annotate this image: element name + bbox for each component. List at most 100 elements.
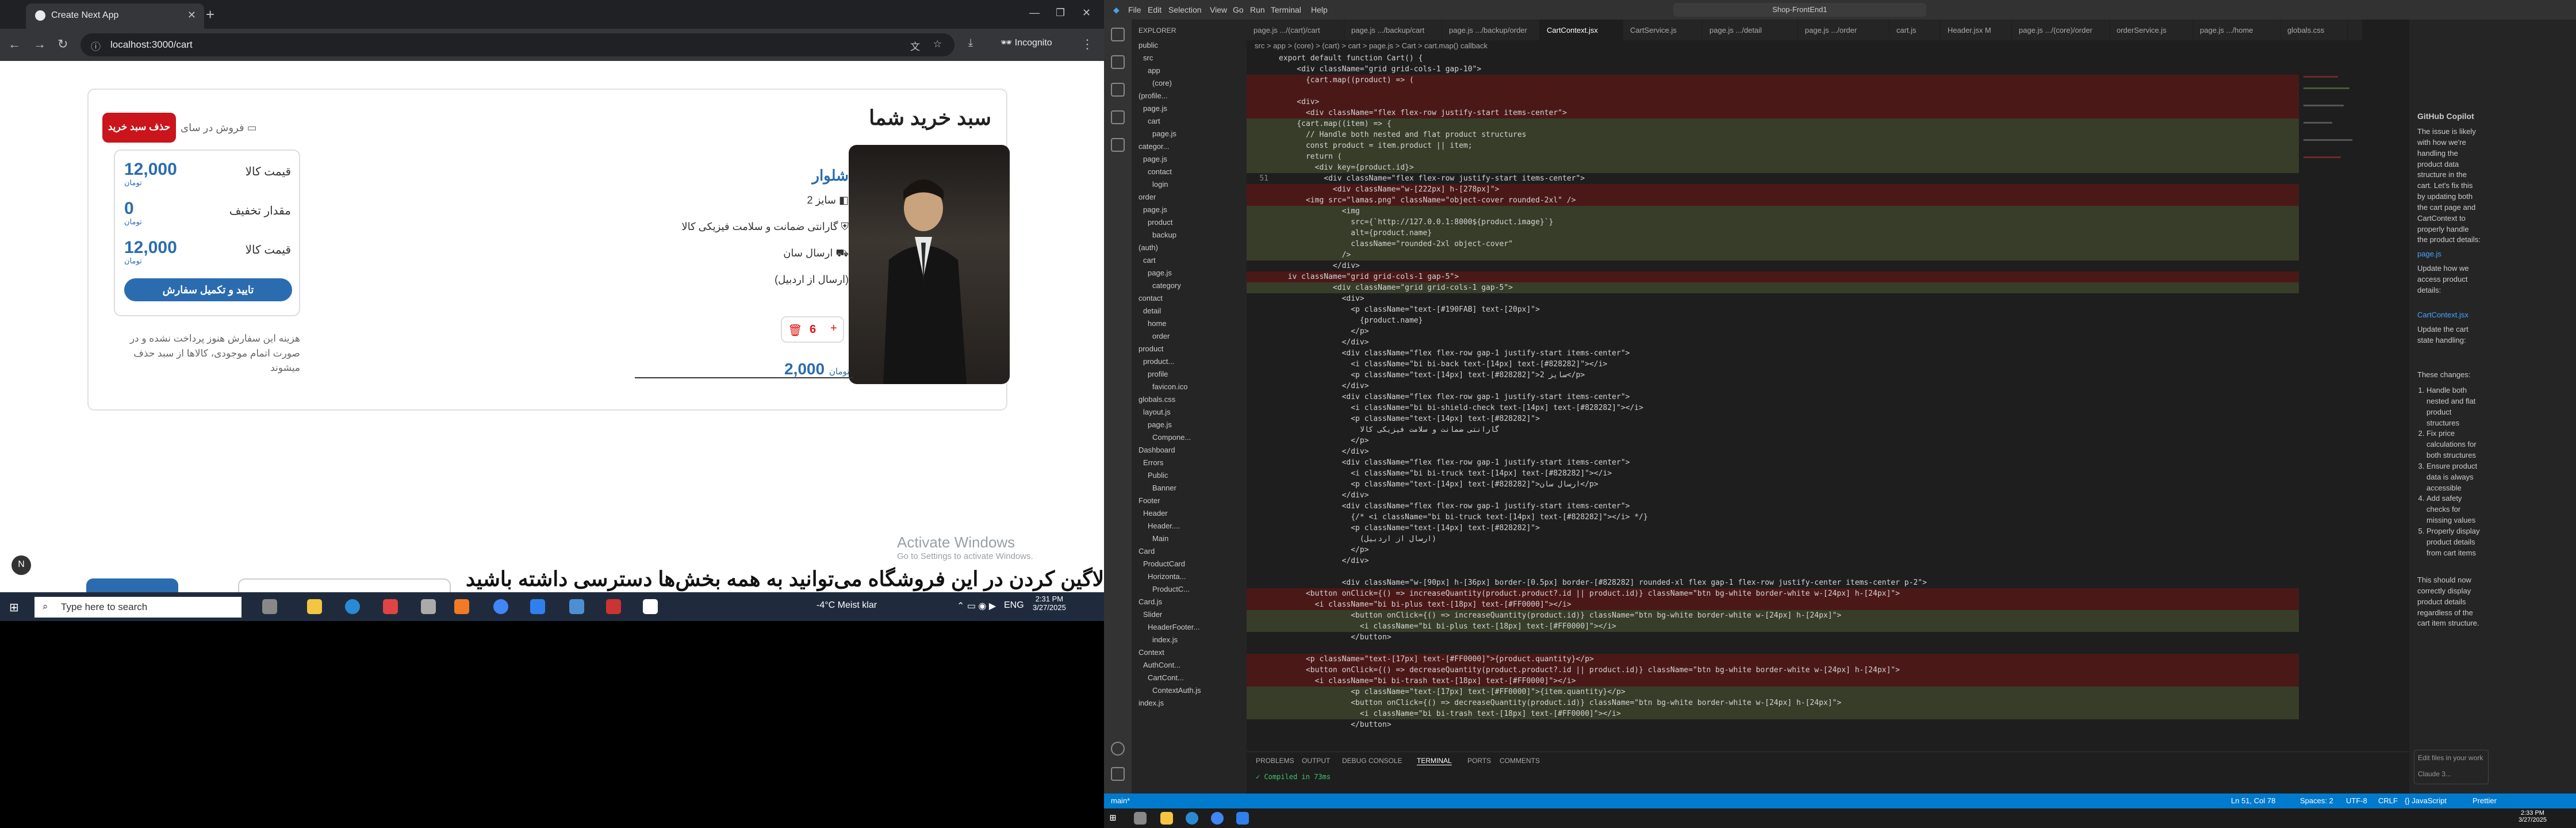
- file-tree-item[interactable]: Context: [1132, 646, 1247, 659]
- menu-selection[interactable]: Selection: [1168, 5, 1202, 14]
- menu-icon[interactable]: ⋮: [1081, 37, 1094, 52]
- file-tree-item[interactable]: ProductC...: [1132, 583, 1247, 596]
- register-button[interactable]: [238, 578, 451, 592]
- close-window-icon[interactable]: ✕: [1082, 7, 1091, 19]
- editor-tab[interactable]: page.js .../detail: [1703, 20, 1798, 40]
- file-tree-item[interactable]: page.js: [1132, 204, 1247, 216]
- minimap[interactable]: [2299, 53, 2362, 752]
- prettier-status[interactable]: Prettier: [2472, 796, 2497, 805]
- code-line[interactable]: <div className="grid grid-cols-1 gap-5">: [1247, 282, 2299, 293]
- file-explorer-icon[interactable]: [1160, 812, 1173, 825]
- code-line[interactable]: <p className="text-[14px] text-[#828282]…: [1247, 523, 2299, 534]
- app-icon[interactable]: [569, 599, 584, 614]
- breadcrumb[interactable]: src > app > (core) > (cart) > cart > pag…: [1255, 41, 1488, 50]
- file-tree-item[interactable]: product: [1132, 216, 1247, 229]
- vscode-icon[interactable]: [1236, 812, 1249, 825]
- editor-tab[interactable]: page.js .../(core)/order: [2012, 20, 2110, 40]
- code-line[interactable]: <i className="bi bi-back text-[14px] tex…: [1247, 359, 2299, 370]
- code-line[interactable]: alt={product.name}: [1247, 228, 2299, 239]
- panel-tab-debug-console[interactable]: DEBUG CONSOLE: [1342, 757, 1402, 765]
- editor-tab[interactable]: Header.jsx M: [1941, 20, 2012, 40]
- code-line[interactable]: // Handle both nested and flat product s…: [1247, 129, 2299, 140]
- code-line[interactable]: <div className="w-[222px] h-[278px]">: [1247, 184, 2299, 195]
- forward-icon[interactable]: →: [33, 37, 46, 52]
- chat-file-link[interactable]: CartContext.jsx: [2417, 310, 2468, 319]
- code-line[interactable]: <p className="text-[14px] text-[#828282]…: [1247, 479, 2299, 490]
- file-tree-item[interactable]: app: [1132, 64, 1247, 77]
- code-line[interactable]: <div className="flex flex-row gap-1 just…: [1247, 392, 2299, 402]
- file-tree-item[interactable]: layout.js: [1132, 406, 1247, 419]
- file-tree-item[interactable]: home: [1132, 317, 1247, 330]
- language-indicator[interactable]: ENG: [1004, 600, 1024, 611]
- file-tree-item[interactable]: Errors: [1132, 457, 1247, 469]
- editor-tab[interactable]: page.js .../order: [1798, 20, 1889, 40]
- indentation[interactable]: Spaces: 2: [2300, 796, 2333, 805]
- menu-run[interactable]: Run: [1250, 5, 1265, 14]
- address-bar[interactable]: ⓘ localhost:3000/cart 文 ☆: [80, 33, 954, 56]
- settings-icon[interactable]: [421, 599, 436, 614]
- file-tree-item[interactable]: Main: [1132, 532, 1247, 545]
- file-tree-item[interactable]: ContextAuth.js: [1132, 684, 1247, 697]
- file-tree-item[interactable]: product: [1132, 343, 1247, 355]
- file-tree-item[interactable]: product...: [1132, 355, 1247, 368]
- command-center-search[interactable]: Shop-FrontEnd1: [1673, 3, 1926, 17]
- product-name[interactable]: شلوار: [812, 167, 849, 185]
- windows-start-icon[interactable]: ⊞: [1110, 812, 1116, 824]
- file-tree-item[interactable]: (profile...: [1132, 90, 1247, 102]
- file-tree-item[interactable]: src: [1132, 52, 1247, 64]
- panel-tab-comments[interactable]: COMMENTS: [1500, 757, 1540, 765]
- file-tree-item[interactable]: Dashboard: [1132, 444, 1247, 457]
- code-line[interactable]: </p>: [1247, 326, 2299, 337]
- code-line[interactable]: </button>: [1247, 719, 2299, 730]
- encoding[interactable]: UTF-8: [2346, 796, 2367, 805]
- file-tree-item[interactable]: Card: [1132, 545, 1247, 558]
- file-tree-item[interactable]: contact: [1132, 166, 1247, 178]
- menu-help[interactable]: Help: [1311, 5, 1328, 14]
- minimize-icon[interactable]: —: [1029, 7, 1040, 19]
- file-tree-item[interactable]: category: [1132, 279, 1247, 292]
- download-icon[interactable]: ⤓: [968, 37, 973, 49]
- file-tree-item[interactable]: profile: [1132, 368, 1247, 381]
- file-tree-item[interactable]: Card.js: [1132, 596, 1247, 608]
- clock[interactable]: 2:33 PM 3/27/2025: [2518, 810, 2547, 823]
- weather-widget[interactable]: -4°C Meist klar: [816, 600, 877, 611]
- language-mode[interactable]: {} JavaScript: [2405, 796, 2447, 805]
- code-line[interactable]: iv className="grid grid-cols-1 gap-5">: [1247, 271, 2299, 282]
- code-line[interactable]: <i className="bi bi-truck text-[14px] te…: [1247, 468, 2299, 479]
- editor-tab[interactable]: CartContext.jsx: [1540, 20, 1623, 40]
- file-tree-item[interactable]: page.js: [1132, 102, 1247, 115]
- code-line[interactable]: <button onClick={() => increaseQuantity(…: [1247, 610, 2299, 621]
- file-tree-item[interactable]: page.js: [1132, 128, 1247, 140]
- code-line[interactable]: {/* <i className="bi bi-truck text-[14px…: [1247, 512, 2299, 523]
- file-tree-item[interactable]: Horizonta...: [1132, 570, 1247, 583]
- code-line[interactable]: [1247, 86, 2299, 97]
- editor-tab[interactable]: cart.js: [1889, 20, 1941, 40]
- code-line[interactable]: (ارسال از اردبیل): [1247, 534, 2299, 545]
- app-icon[interactable]: [643, 599, 658, 614]
- maximize-icon[interactable]: ❐: [1056, 7, 1065, 19]
- file-tree-item[interactable]: Banner: [1132, 482, 1247, 494]
- code-line[interactable]: <img: [1247, 206, 2299, 217]
- file-tree-item[interactable]: contact: [1132, 292, 1247, 305]
- code-line[interactable]: <button onClick={() => decreaseQuantity(…: [1247, 665, 2299, 676]
- code-line[interactable]: </div>: [1247, 446, 2299, 457]
- code-line[interactable]: <div className="flex flex-row gap-1 just…: [1247, 457, 2299, 468]
- login-button[interactable]: [86, 578, 178, 592]
- file-tree-item[interactable]: login: [1132, 178, 1247, 191]
- search-icon[interactable]: [1111, 55, 1125, 69]
- code-line[interactable]: {product.name}: [1247, 315, 2299, 326]
- browser-tab[interactable]: Create Next App ✕: [26, 3, 204, 29]
- delete-cart-button[interactable]: حذف سبد خرید: [102, 113, 176, 143]
- code-line[interactable]: </div>: [1247, 260, 2299, 271]
- source-control-icon[interactable]: [1111, 83, 1125, 97]
- vscode-icon[interactable]: [530, 599, 545, 614]
- menu-terminal[interactable]: Terminal: [1271, 5, 1301, 14]
- code-line[interactable]: return (: [1247, 151, 2299, 162]
- translate-icon[interactable]: 文: [910, 39, 920, 53]
- chat-input[interactable]: Edit files in your work Claude 3...: [2414, 750, 2489, 784]
- code-line[interactable]: <i className="bi bi-plus text-[18px] tex…: [1247, 599, 2299, 610]
- code-line[interactable]: <button onClick={() => increaseQuantity(…: [1247, 588, 2299, 599]
- code-line[interactable]: src={`http://127.0.0.1:8000${product.ima…: [1247, 217, 2299, 228]
- clock[interactable]: 2:31 PM 3/27/2025: [1033, 595, 1066, 612]
- file-tree-item[interactable]: index.js: [1132, 697, 1247, 710]
